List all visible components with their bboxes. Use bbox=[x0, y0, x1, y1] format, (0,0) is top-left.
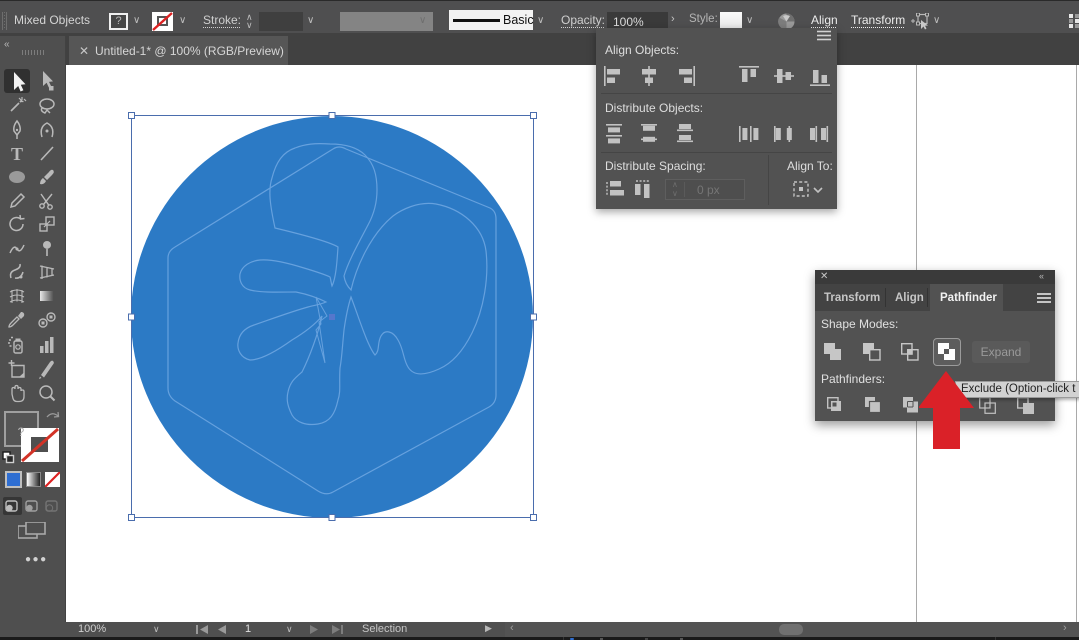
svg-text:T: T bbox=[11, 144, 23, 164]
svg-text:?: ? bbox=[18, 425, 25, 439]
